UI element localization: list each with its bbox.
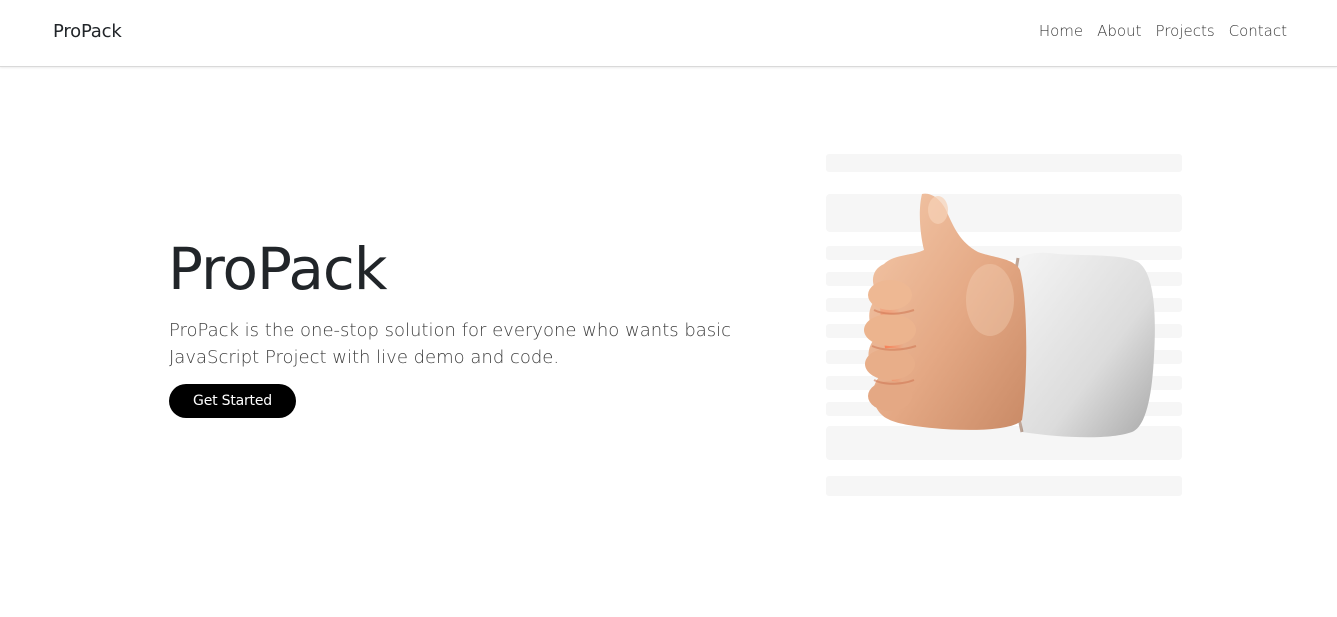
nav-link-contact[interactable]: Contact xyxy=(1222,22,1287,40)
nav-links: Home About Projects Contact xyxy=(1032,22,1287,40)
navbar-brand[interactable]: ProPack xyxy=(53,21,122,42)
nav-link-projects[interactable]: Projects xyxy=(1149,22,1222,40)
hero-description: ProPack is the one-stop solution for eve… xyxy=(169,320,732,368)
nav-link-home[interactable]: Home xyxy=(1032,22,1090,40)
hero-illustration xyxy=(822,150,1187,500)
get-started-button[interactable]: Get Started xyxy=(169,384,296,418)
nav-link-about[interactable]: About xyxy=(1090,22,1148,40)
thumbs-up-icon xyxy=(864,193,1155,438)
hero-title: ProPack xyxy=(168,235,387,303)
navbar: ProPack Home About Projects Contact xyxy=(0,0,1337,67)
